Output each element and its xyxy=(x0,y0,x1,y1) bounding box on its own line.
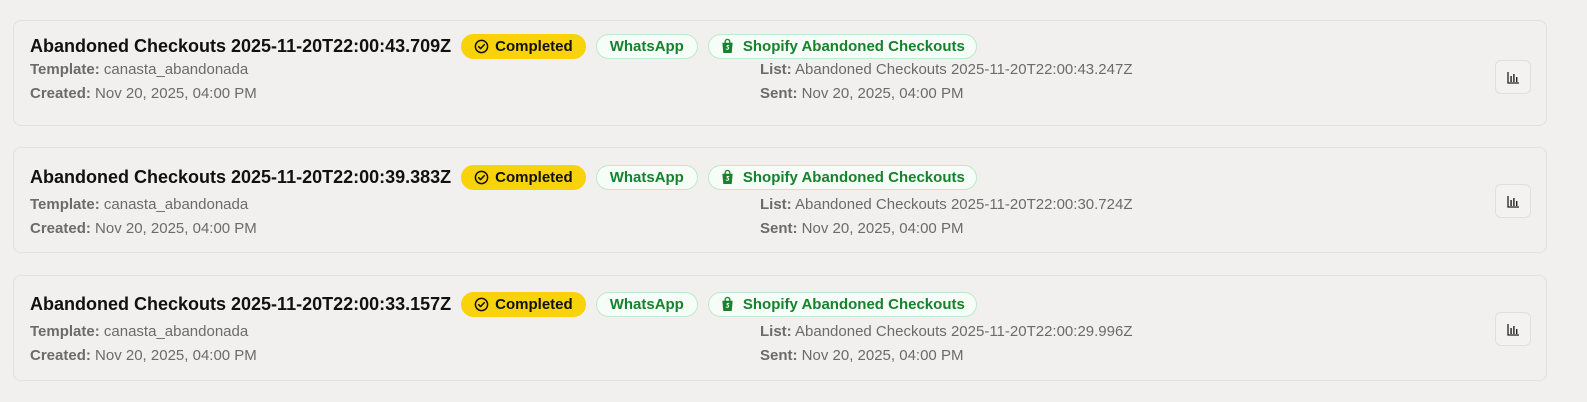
template-value: canasta_abandonada xyxy=(103,323,249,340)
sent-label: Sent: xyxy=(760,85,798,102)
sent-info: Sent: Nov 20, 2025, 04:00 PM xyxy=(760,347,963,364)
created-value: Nov 20, 2025, 04:00 PM xyxy=(95,220,257,237)
campaign-header: Abandoned Checkouts 2025-11-20T22:00:33.… xyxy=(30,291,987,317)
created-info: Created: Nov 20, 2025, 04:00 PM xyxy=(30,85,257,102)
list-label: List: xyxy=(760,196,792,213)
campaign-title: Abandoned Checkouts 2025-11-20T22:00:39.… xyxy=(30,166,452,187)
stats-button[interactable] xyxy=(1495,312,1531,346)
sent-value: Nov 20, 2025, 04:00 PM xyxy=(801,220,964,237)
status-label: Completed xyxy=(495,168,573,186)
template-info: Template: canasta_abandonada xyxy=(30,323,248,340)
status-badge: Completed xyxy=(461,33,586,59)
template-label: Template: xyxy=(30,323,100,340)
channel-badge: WhatsApp xyxy=(595,33,698,59)
source-badge: Shopify Abandoned Checkouts xyxy=(707,291,977,317)
list-value: Abandoned Checkouts 2025-11-20T22:00:30.… xyxy=(795,196,1133,213)
shopify-bag-icon xyxy=(722,38,733,54)
sent-value: Nov 20, 2025, 04:00 PM xyxy=(801,85,964,102)
bar-chart-icon xyxy=(1506,71,1519,84)
check-circle-icon xyxy=(474,170,489,184)
list-value: Abandoned Checkouts 2025-11-20T22:00:43.… xyxy=(795,61,1133,78)
source-label: Shopify Abandoned Checkouts xyxy=(742,168,965,186)
shopify-bag-icon xyxy=(722,296,733,312)
created-value: Nov 20, 2025, 04:00 PM xyxy=(95,347,257,364)
sent-info: Sent: Nov 20, 2025, 04:00 PM xyxy=(760,220,963,237)
campaign-title: Abandoned Checkouts 2025-11-20T22:00:43.… xyxy=(30,35,452,56)
status-label: Completed xyxy=(495,37,573,55)
list-label: List: xyxy=(760,61,792,78)
sent-label: Sent: xyxy=(760,347,798,364)
list-info: List: Abandoned Checkouts 2025-11-20T22:… xyxy=(760,61,1133,78)
check-circle-icon xyxy=(474,39,489,53)
list-info: List: Abandoned Checkouts 2025-11-20T22:… xyxy=(760,196,1133,213)
source-label: Shopify Abandoned Checkouts xyxy=(742,37,965,55)
shopify-bag-icon xyxy=(722,169,733,185)
created-info: Created: Nov 20, 2025, 04:00 PM xyxy=(30,347,257,364)
created-label: Created: xyxy=(30,85,91,102)
campaign-card[interactable]: Abandoned Checkouts 2025-11-20T22:00:39.… xyxy=(13,147,1547,253)
source-badge: Shopify Abandoned Checkouts xyxy=(707,164,977,190)
status-badge: Completed xyxy=(461,164,586,190)
list-label: List: xyxy=(760,323,792,340)
sent-value: Nov 20, 2025, 04:00 PM xyxy=(801,347,964,364)
stats-button[interactable] xyxy=(1495,60,1531,94)
campaign-header: Abandoned Checkouts 2025-11-20T22:00:39.… xyxy=(30,164,987,190)
check-circle-icon xyxy=(474,297,489,311)
bar-chart-icon xyxy=(1506,323,1519,336)
template-value: canasta_abandonada xyxy=(103,61,249,78)
template-info: Template: canasta_abandonada xyxy=(30,196,248,213)
stats-button[interactable] xyxy=(1495,184,1531,218)
template-info: Template: canasta_abandonada xyxy=(30,61,248,78)
template-label: Template: xyxy=(30,61,100,78)
created-label: Created: xyxy=(30,347,91,364)
status-label: Completed xyxy=(495,295,573,313)
campaign-list: Abandoned Checkouts 2025-11-20T22:00:43.… xyxy=(0,0,1587,402)
channel-badge: WhatsApp xyxy=(595,291,698,317)
status-badge: Completed xyxy=(461,291,586,317)
campaign-card[interactable]: Abandoned Checkouts 2025-11-20T22:00:43.… xyxy=(13,20,1547,126)
source-label: Shopify Abandoned Checkouts xyxy=(742,295,965,313)
source-badge: Shopify Abandoned Checkouts xyxy=(707,33,977,59)
sent-info: Sent: Nov 20, 2025, 04:00 PM xyxy=(760,85,963,102)
template-label: Template: xyxy=(30,196,100,213)
created-label: Created: xyxy=(30,220,91,237)
created-info: Created: Nov 20, 2025, 04:00 PM xyxy=(30,220,257,237)
campaign-title: Abandoned Checkouts 2025-11-20T22:00:33.… xyxy=(30,293,452,314)
campaign-header: Abandoned Checkouts 2025-11-20T22:00:43.… xyxy=(30,33,987,59)
campaign-card[interactable]: Abandoned Checkouts 2025-11-20T22:00:33.… xyxy=(13,275,1547,381)
template-value: canasta_abandonada xyxy=(103,196,249,213)
list-value: Abandoned Checkouts 2025-11-20T22:00:29.… xyxy=(795,323,1133,340)
list-info: List: Abandoned Checkouts 2025-11-20T22:… xyxy=(760,323,1133,340)
bar-chart-icon xyxy=(1506,195,1519,208)
created-value: Nov 20, 2025, 04:00 PM xyxy=(95,85,257,102)
sent-label: Sent: xyxy=(760,220,798,237)
channel-badge: WhatsApp xyxy=(595,164,698,190)
